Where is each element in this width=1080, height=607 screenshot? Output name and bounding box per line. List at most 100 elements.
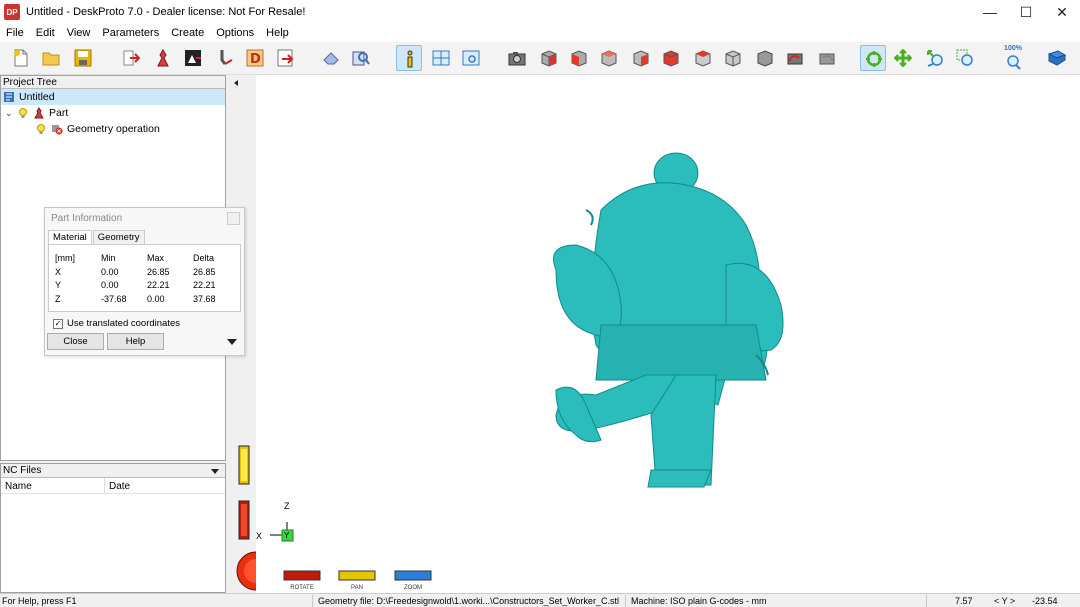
rotate-mode-button[interactable] bbox=[860, 45, 886, 71]
cube-front-icon bbox=[571, 50, 587, 67]
status-y-label: < Y > bbox=[994, 596, 1016, 606]
preview-window-button[interactable] bbox=[458, 45, 484, 71]
tab-geometry[interactable]: Geometry bbox=[92, 230, 145, 244]
toolbar: D 100% bbox=[0, 42, 1080, 75]
view-right-button[interactable] bbox=[658, 45, 684, 71]
view-bottom-button[interactable] bbox=[720, 45, 746, 71]
3d-viewport[interactable]: Z X Y ROTATE PAN ZOOM bbox=[256, 75, 1080, 593]
menu-view[interactable]: View bbox=[61, 27, 97, 39]
info-icon bbox=[407, 50, 413, 68]
row-axis: X bbox=[55, 267, 62, 277]
help-dialog-button[interactable]: Help bbox=[107, 333, 164, 350]
pan-mode-button[interactable] bbox=[890, 45, 916, 71]
view-left-button[interactable] bbox=[628, 45, 654, 71]
part-information-button[interactable] bbox=[396, 45, 422, 71]
view-solid-cube-button[interactable] bbox=[752, 45, 778, 71]
zoom-mode-button[interactable] bbox=[922, 45, 948, 71]
load-part-button[interactable] bbox=[118, 45, 144, 71]
part-icon bbox=[34, 107, 44, 119]
row-axis: Y bbox=[55, 280, 62, 290]
menu-help[interactable]: Help bbox=[260, 27, 295, 39]
cube-gray-icon bbox=[725, 50, 741, 67]
tool-button[interactable] bbox=[212, 45, 238, 71]
status-divider bbox=[625, 595, 626, 607]
camera-redo-icon bbox=[819, 53, 835, 65]
snapshot-button[interactable] bbox=[504, 45, 530, 71]
undo-view-button[interactable] bbox=[782, 45, 808, 71]
menu-options[interactable]: Options bbox=[210, 27, 260, 39]
table-row: Y 0.00 22.21 22.21 bbox=[55, 280, 239, 290]
cube-left-icon bbox=[633, 50, 649, 67]
row-axis: Z bbox=[55, 294, 61, 304]
status-divider bbox=[926, 595, 927, 607]
part-model-figure bbox=[553, 152, 784, 488]
zoom-100-button[interactable]: 100% bbox=[1000, 45, 1026, 71]
close-button[interactable]: ✕ bbox=[1044, 0, 1080, 24]
rotate-control[interactable] bbox=[283, 570, 321, 581]
operation-error-icon bbox=[52, 125, 63, 135]
axis-z-label: Z bbox=[284, 501, 290, 511]
expand-arrow-icon[interactable] bbox=[227, 338, 237, 345]
menu-file[interactable]: File bbox=[0, 27, 30, 39]
view-front-button[interactable] bbox=[566, 45, 592, 71]
window-layout-button[interactable] bbox=[428, 45, 454, 71]
open-project-button[interactable] bbox=[38, 45, 64, 71]
table-row: Z -37.68 0.00 37.68 bbox=[55, 294, 239, 304]
row-delta: 26.85 bbox=[193, 267, 216, 277]
view-back-button[interactable] bbox=[596, 45, 622, 71]
table-header-row: [mm] Min Max Delta bbox=[55, 253, 239, 263]
row-delta: 37.68 bbox=[193, 294, 216, 304]
dialog-close-icon[interactable] bbox=[227, 212, 240, 225]
view-cube-iso-button[interactable] bbox=[536, 45, 562, 71]
tree-item-part[interactable]: ⌄ Part bbox=[1, 105, 225, 121]
zoom-magnifier-icon bbox=[927, 50, 943, 67]
project-icon bbox=[4, 92, 14, 102]
grid-window-icon bbox=[432, 50, 450, 66]
tab-material[interactable]: Material bbox=[48, 230, 92, 244]
status-divider bbox=[312, 595, 313, 607]
zoom-window-button[interactable] bbox=[952, 45, 978, 71]
translated-coordinates-option[interactable]: ✓ Use translated coordinates bbox=[53, 318, 244, 329]
menu-edit[interactable]: Edit bbox=[30, 27, 61, 39]
bitmap-part-button[interactable] bbox=[180, 45, 206, 71]
tree-item-geometry-operation[interactable]: Geometry operation bbox=[1, 121, 225, 137]
zoom-control[interactable] bbox=[394, 570, 432, 581]
new-project-button[interactable] bbox=[8, 45, 34, 71]
column-name[interactable]: Name bbox=[1, 478, 105, 493]
row-max: 0.00 bbox=[147, 294, 165, 304]
view-solid-button[interactable] bbox=[318, 45, 344, 71]
drawing-button[interactable]: D bbox=[242, 45, 268, 71]
dropdown-arrow-icon[interactable] bbox=[211, 469, 219, 474]
menu-parameters[interactable]: Parameters bbox=[96, 27, 165, 39]
lightbulb-icon bbox=[37, 124, 45, 134]
minimize-button[interactable]: — bbox=[972, 0, 1008, 24]
inspect-button[interactable] bbox=[348, 45, 374, 71]
export-button[interactable] bbox=[272, 45, 298, 71]
zoom-label: ZOOM bbox=[404, 585, 422, 591]
window-controls: — ☐ ✕ bbox=[972, 0, 1080, 24]
close-dialog-button[interactable]: Close bbox=[47, 333, 104, 350]
save-project-button[interactable] bbox=[70, 45, 96, 71]
menu-create[interactable]: Create bbox=[165, 27, 210, 39]
part-parameters-button[interactable] bbox=[150, 45, 176, 71]
new-file-icon bbox=[14, 49, 28, 67]
column-min: Min bbox=[101, 253, 116, 263]
pan-label: PAN bbox=[351, 585, 363, 591]
rotate-slider-icon[interactable] bbox=[238, 500, 250, 540]
pan-slider-icon[interactable] bbox=[238, 445, 250, 485]
dialog-title-bar[interactable]: Part Information bbox=[45, 208, 244, 230]
help-book-button[interactable] bbox=[1044, 45, 1070, 71]
menu-bar: File Edit View Parameters Create Options… bbox=[0, 24, 1080, 42]
dialog-title: Part Information bbox=[51, 213, 123, 224]
collapse-arrow-icon[interactable] bbox=[234, 80, 238, 86]
translated-coordinates-checkbox[interactable]: ✓ bbox=[53, 318, 63, 329]
view-top-button[interactable] bbox=[690, 45, 716, 71]
axis-x-label: X bbox=[256, 531, 262, 541]
pan-control[interactable] bbox=[338, 570, 376, 581]
redo-view-button[interactable] bbox=[814, 45, 840, 71]
maximize-button[interactable]: ☐ bbox=[1008, 0, 1044, 24]
column-date[interactable]: Date bbox=[105, 478, 225, 493]
nc-files-panel: NC Files Name Date bbox=[0, 463, 226, 593]
chevron-down-icon: ⌄ bbox=[5, 107, 13, 118]
tree-item-project[interactable]: Untitled bbox=[1, 89, 225, 105]
